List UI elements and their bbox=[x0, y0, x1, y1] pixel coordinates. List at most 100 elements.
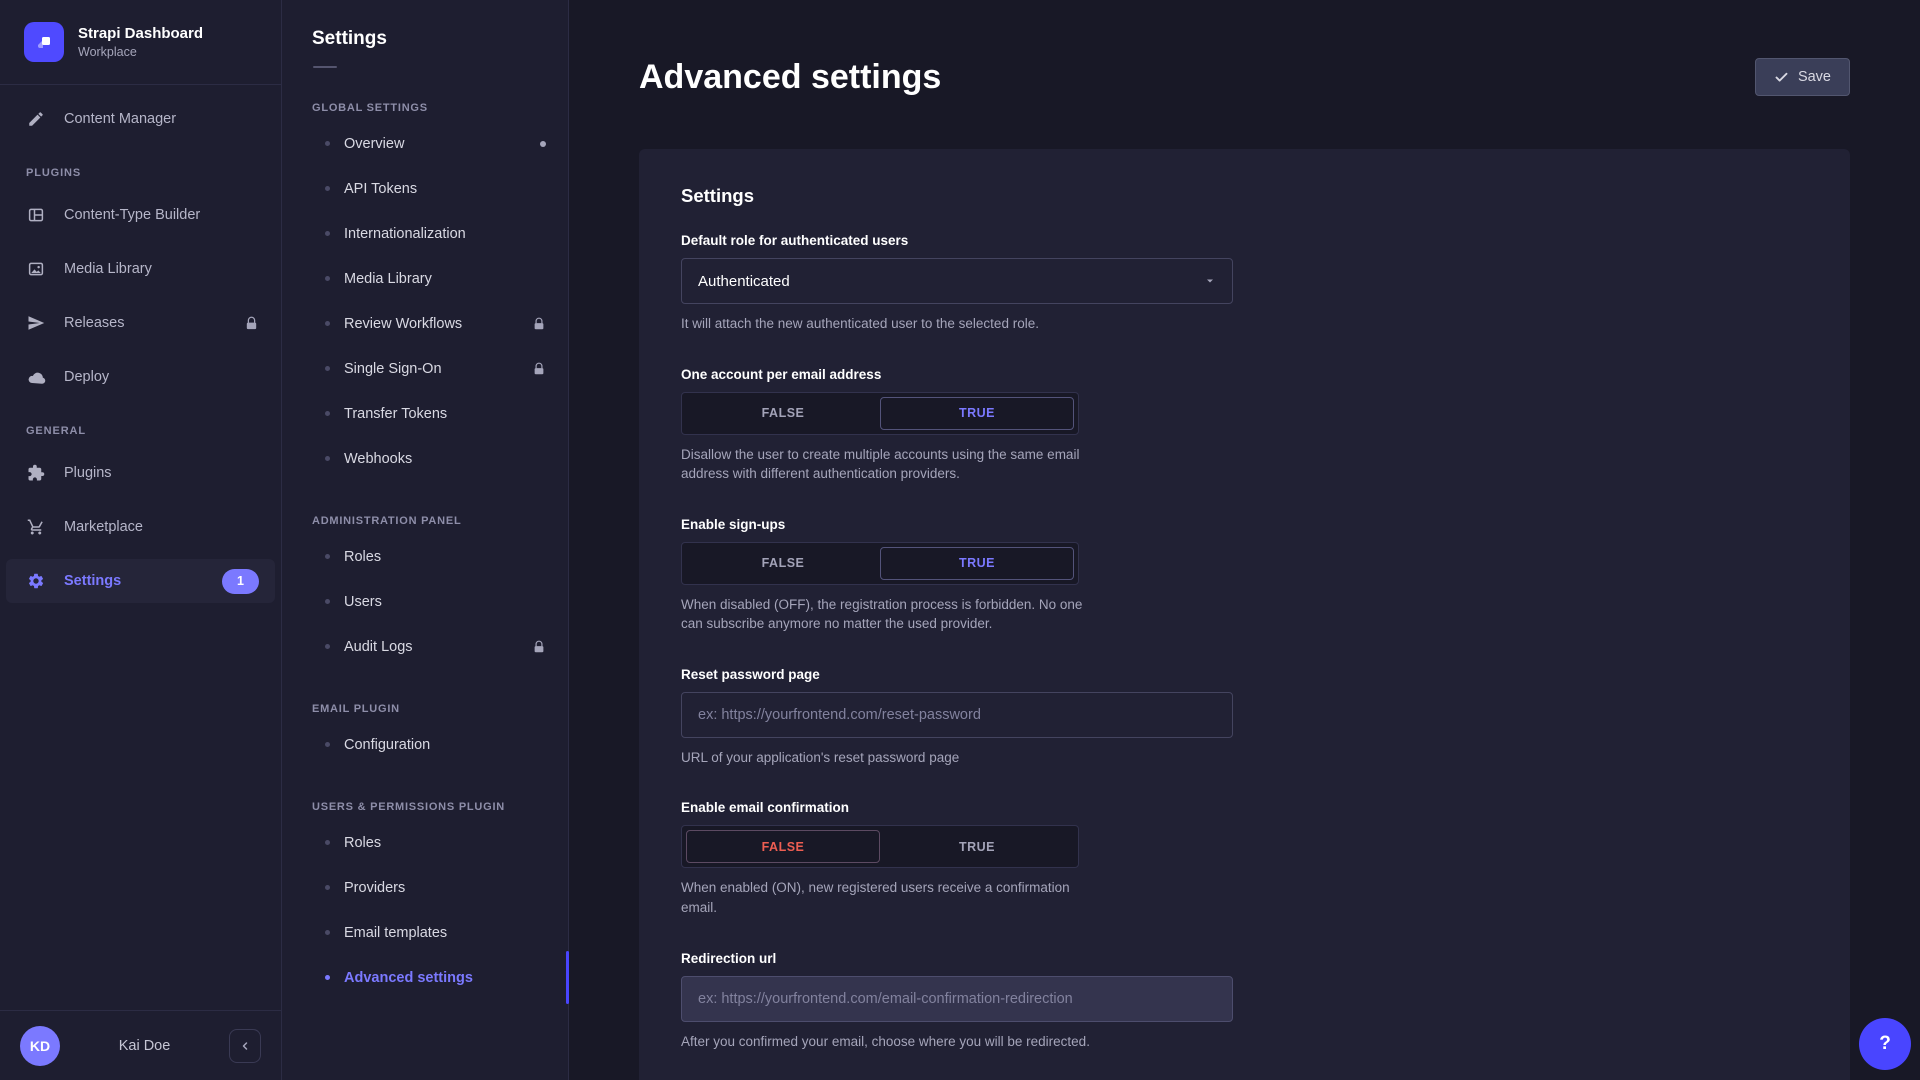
bullet-icon bbox=[325, 975, 330, 980]
bullet-icon bbox=[325, 366, 330, 371]
subnav-item-label: Transfer Tokens bbox=[344, 406, 447, 422]
lock-icon bbox=[244, 316, 259, 331]
settings-card: Settings Default role for authenticated … bbox=[639, 149, 1850, 1080]
card-heading: Settings bbox=[681, 185, 1808, 207]
subnav-item-label: Roles bbox=[344, 835, 381, 851]
sidebar-item-content-type-builder[interactable]: Content-Type Builder bbox=[6, 193, 275, 237]
subnav-item-label: Roles bbox=[344, 549, 381, 565]
bullet-icon bbox=[325, 840, 330, 845]
subnav-group-users-permissions-plugin: USERS & PERMISSIONS PLUGIN Roles Provide… bbox=[282, 801, 568, 1000]
workspace-switcher[interactable]: Strapi Dashboard Workplace bbox=[0, 0, 281, 85]
sidebar-item-content-manager[interactable]: Content Manager bbox=[6, 97, 275, 141]
sidebar-item-plugins[interactable]: Plugins bbox=[6, 451, 275, 495]
toggle-option-true[interactable]: TRUE bbox=[880, 547, 1074, 580]
subnav-item-admin-roles[interactable]: Roles bbox=[282, 534, 568, 579]
subnav-item-advanced-settings[interactable]: Advanced settings bbox=[282, 955, 568, 1000]
subnav-item-admin-users[interactable]: Users bbox=[282, 579, 568, 624]
avatar[interactable]: KD bbox=[20, 1026, 60, 1066]
subnav-item-email-configuration[interactable]: Configuration bbox=[282, 722, 568, 767]
default-role-select[interactable]: Authenticated bbox=[681, 258, 1233, 304]
bullet-icon bbox=[325, 644, 330, 649]
subnav-item-review-workflows[interactable]: Review Workflows bbox=[282, 301, 568, 346]
subnav-item-single-sign-on[interactable]: Single Sign-On bbox=[282, 346, 568, 391]
layout-icon bbox=[26, 205, 46, 225]
subnav-item-transfer-tokens[interactable]: Transfer Tokens bbox=[282, 391, 568, 436]
save-button[interactable]: Save bbox=[1755, 58, 1850, 96]
bullet-icon bbox=[325, 930, 330, 935]
sidebar-item-label: Deploy bbox=[64, 369, 109, 385]
save-button-label: Save bbox=[1798, 69, 1831, 85]
reset-password-page-input[interactable] bbox=[681, 692, 1233, 738]
sidebar-section-header-general: GENERAL bbox=[0, 425, 281, 437]
field-label: Default role for authenticated users bbox=[681, 233, 1808, 248]
brand-text: Strapi Dashboard Workplace bbox=[78, 25, 203, 59]
sidebar-item-media-library[interactable]: Media Library bbox=[6, 247, 275, 291]
subnav-item-api-tokens[interactable]: API Tokens bbox=[282, 166, 568, 211]
subnav-group-header: GLOBAL SETTINGS bbox=[282, 102, 568, 114]
subnav-item-internationalization[interactable]: Internationalization bbox=[282, 211, 568, 256]
subnav-item-label: Overview bbox=[344, 136, 404, 152]
page-title: Advanced settings bbox=[639, 56, 941, 98]
enable-sign-ups-toggle: FALSE TRUE bbox=[681, 542, 1079, 585]
subnav-item-webhooks[interactable]: Webhooks bbox=[282, 436, 568, 481]
field-hint: After you confirmed your email, choose w… bbox=[681, 1032, 1808, 1052]
subnav-item-audit-logs[interactable]: Audit Logs bbox=[282, 624, 568, 669]
subnav-group-global-settings: GLOBAL SETTINGS Overview API Tokens Inte… bbox=[282, 102, 568, 481]
subnav-item-providers[interactable]: Providers bbox=[282, 865, 568, 910]
subnav-item-email-templates[interactable]: Email templates bbox=[282, 910, 568, 955]
user-name: Kai Doe bbox=[60, 1038, 229, 1054]
subnav-item-label: Media Library bbox=[344, 271, 432, 287]
toggle-option-false[interactable]: FALSE bbox=[686, 547, 880, 580]
sidebar-item-label: Marketplace bbox=[64, 519, 143, 535]
bullet-icon bbox=[325, 411, 330, 416]
sidebar-item-settings[interactable]: Settings 1 bbox=[6, 559, 275, 603]
field-label: Reset password page bbox=[681, 667, 1808, 682]
bullet-icon bbox=[325, 186, 330, 191]
subnav-item-label: Users bbox=[344, 594, 382, 610]
user-bar: KD Kai Doe bbox=[0, 1010, 281, 1080]
bullet-icon bbox=[325, 276, 330, 281]
cloud-icon bbox=[26, 367, 46, 387]
redirection-url-input[interactable] bbox=[681, 976, 1233, 1022]
sidebar-section-header-plugins: PLUGINS bbox=[0, 167, 281, 179]
subnav-group-email-plugin: EMAIL PLUGIN Configuration bbox=[282, 703, 568, 767]
field-hint: Disallow the user to create multiple acc… bbox=[681, 445, 1093, 484]
lock-icon bbox=[532, 362, 546, 376]
enable-email-confirmation-toggle: FALSE TRUE bbox=[681, 825, 1079, 868]
help-button[interactable]: ? bbox=[1859, 1018, 1911, 1070]
sidebar-item-deploy[interactable]: Deploy bbox=[6, 355, 275, 399]
sidebar-item-releases[interactable]: Releases bbox=[6, 301, 275, 345]
subnav-item-label: Single Sign-On bbox=[344, 361, 442, 377]
toggle-option-true[interactable]: TRUE bbox=[880, 397, 1074, 430]
toggle-option-false[interactable]: FALSE bbox=[686, 830, 880, 863]
field-label: Enable sign-ups bbox=[681, 517, 1093, 532]
field-label: Redirection url bbox=[681, 951, 1808, 966]
workspace-subtitle: Workplace bbox=[78, 45, 203, 59]
chevron-down-icon bbox=[1204, 275, 1216, 287]
toggle-option-true[interactable]: TRUE bbox=[880, 830, 1074, 863]
paper-plane-icon bbox=[26, 313, 46, 333]
subnav-item-label: Configuration bbox=[344, 737, 430, 753]
bullet-icon bbox=[325, 885, 330, 890]
field-hint: When enabled (ON), new registered users … bbox=[681, 878, 1093, 917]
subnav-item-media-library[interactable]: Media Library bbox=[282, 256, 568, 301]
sidebar-item-label: Media Library bbox=[64, 261, 152, 277]
cart-icon bbox=[26, 517, 46, 537]
bullet-icon bbox=[325, 231, 330, 236]
subnav-title: Settings bbox=[282, 28, 568, 50]
image-icon bbox=[26, 259, 46, 279]
strapi-logo-icon bbox=[24, 22, 64, 62]
subnav-item-label: Review Workflows bbox=[344, 316, 462, 332]
settings-notification-badge: 1 bbox=[222, 569, 259, 594]
subnav-group-header: EMAIL PLUGIN bbox=[282, 703, 568, 715]
subnav-item-label: Providers bbox=[344, 880, 405, 896]
subnav-item-up-roles[interactable]: Roles bbox=[282, 820, 568, 865]
sidebar-item-marketplace[interactable]: Marketplace bbox=[6, 505, 275, 549]
toggle-option-false[interactable]: FALSE bbox=[686, 397, 880, 430]
gear-icon bbox=[26, 571, 46, 591]
subnav-group-header: USERS & PERMISSIONS PLUGIN bbox=[282, 801, 568, 813]
field-default-role: Default role for authenticated users Aut… bbox=[681, 233, 1808, 334]
puzzle-icon bbox=[26, 463, 46, 483]
collapse-sidebar-button[interactable] bbox=[229, 1029, 261, 1063]
subnav-item-overview[interactable]: Overview bbox=[282, 121, 568, 166]
